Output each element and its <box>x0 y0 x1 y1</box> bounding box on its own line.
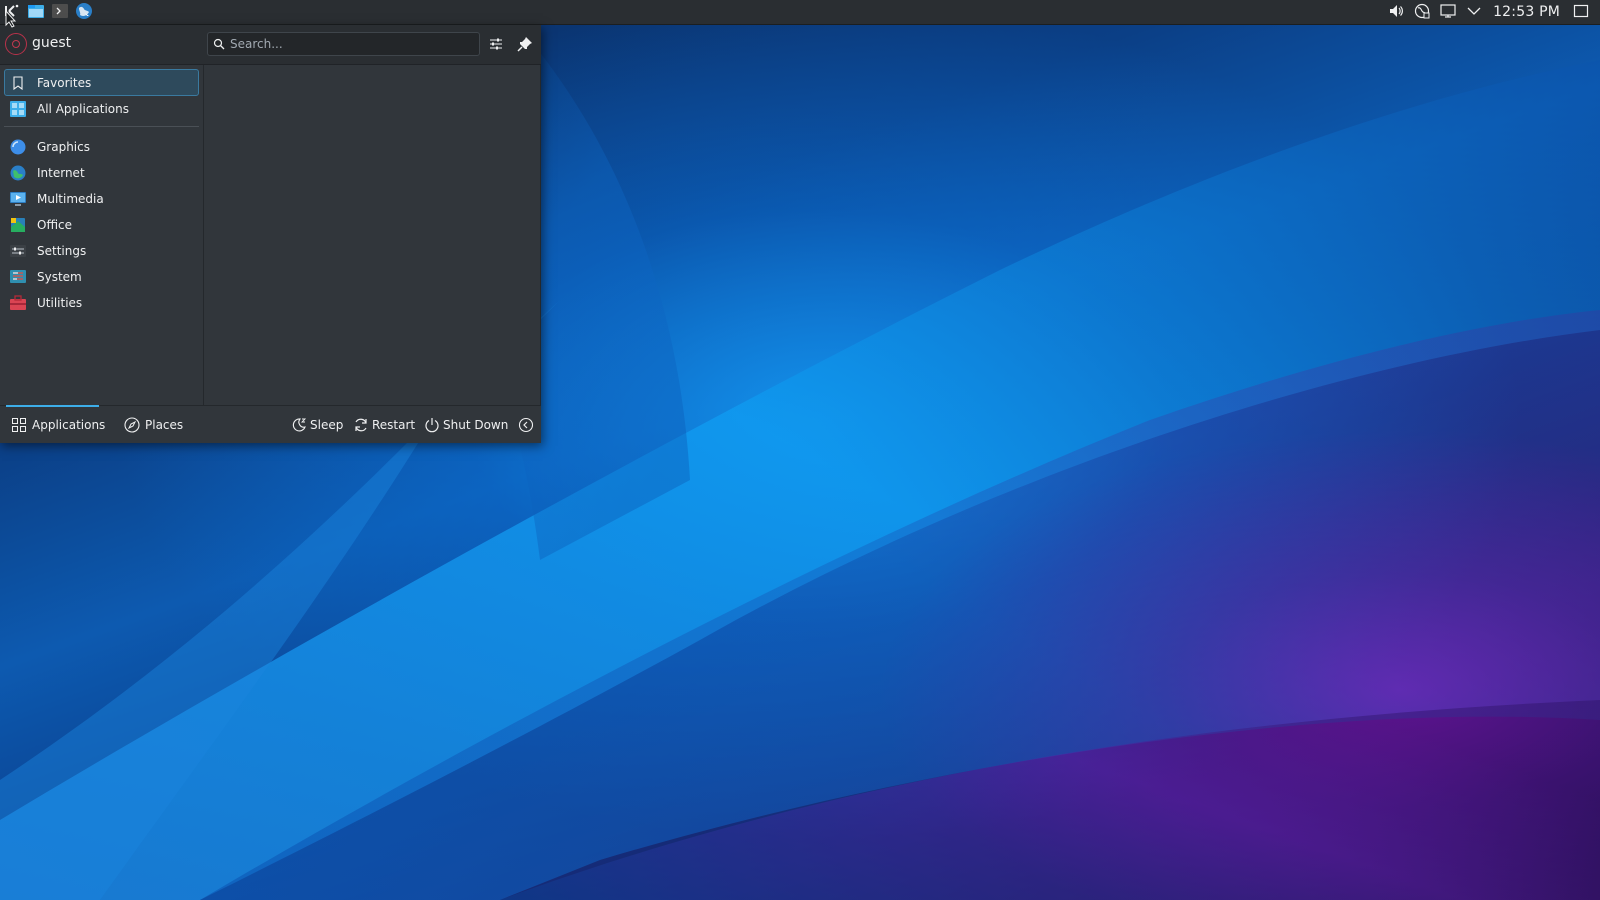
display-icon <box>1440 3 1456 22</box>
terminal-launcher[interactable] <box>48 0 72 24</box>
web-browser-launcher[interactable] <box>72 0 96 24</box>
applications-grid-icon <box>10 416 28 434</box>
application-launcher-menu: guest Search... Favorites All Applicatio… <box>0 25 541 443</box>
graphics-icon <box>9 138 27 156</box>
category-label: System <box>37 270 82 284</box>
bookmark-icon <box>9 74 27 92</box>
shutdown-icon <box>423 416 441 434</box>
file-manager-icon <box>28 4 44 21</box>
show-desktop-button[interactable] <box>1570 1 1592 23</box>
utilities-icon <box>9 294 27 312</box>
tab-label: Applications <box>32 418 106 432</box>
internet-icon <box>9 164 27 182</box>
shutdown-button[interactable]: Shut Down <box>423 406 508 444</box>
display-button[interactable] <box>1437 1 1459 23</box>
configure-button[interactable] <box>484 33 508 57</box>
clock[interactable]: 12:53 PM <box>1493 4 1560 20</box>
category-label: Multimedia <box>37 192 104 206</box>
pin-button[interactable] <box>513 33 537 57</box>
category-label: Office <box>37 218 73 232</box>
tab-places[interactable]: Places <box>123 406 183 444</box>
category-multimedia[interactable]: Multimedia <box>4 186 199 212</box>
category-graphics[interactable]: Graphics <box>4 134 199 160</box>
category-settings[interactable]: Settings <box>4 238 199 264</box>
network-button[interactable] <box>1411 1 1433 23</box>
category-office[interactable]: Office <box>4 212 199 238</box>
category-label: Graphics <box>37 140 90 154</box>
leave-button[interactable] <box>517 406 537 444</box>
sleep-button[interactable]: Sleep <box>290 406 343 444</box>
restart-icon <box>352 416 370 434</box>
category-internet[interactable]: Internet <box>4 160 199 186</box>
category-divider <box>4 126 199 127</box>
file-manager-launcher[interactable] <box>24 0 48 24</box>
category-label: All Applications <box>37 102 129 116</box>
category-all-applications[interactable]: All Applications <box>4 96 199 122</box>
office-icon <box>9 216 27 234</box>
expand-arrow-icon <box>1466 3 1482 22</box>
category-label: Utilities <box>37 296 83 310</box>
category-list: Favorites All Applications Graphics Inte… <box>0 65 204 430</box>
tab-label: Places <box>145 418 184 432</box>
menu-footer: Applications Places Sleep Restart Shut D… <box>0 405 541 443</box>
menu-header: guest <box>0 25 541 65</box>
avatar[interactable] <box>5 33 27 55</box>
volume-button[interactable] <box>1385 1 1407 23</box>
all-apps-icon <box>9 100 27 118</box>
power-label: Shut Down <box>443 418 509 432</box>
restart-button[interactable]: Restart <box>352 406 415 444</box>
search-input[interactable] <box>230 37 470 51</box>
settings-icon <box>9 242 27 260</box>
show-desktop-icon <box>1573 3 1589 22</box>
applications-view <box>205 65 541 430</box>
mouse-cursor <box>5 9 17 28</box>
category-utilities[interactable]: Utilities <box>4 290 199 316</box>
category-favorites[interactable]: Favorites <box>4 69 199 96</box>
pin-icon <box>517 36 533 55</box>
category-label: Internet <box>37 166 85 180</box>
leave-arrow-icon <box>517 416 535 434</box>
user-name: guest <box>32 35 72 51</box>
tab-applications[interactable]: Applications <box>10 406 105 444</box>
search-field[interactable] <box>207 32 480 56</box>
category-system[interactable]: System <box>4 264 199 290</box>
configure-icon <box>488 36 504 55</box>
top-panel: 12:53 PM <box>0 0 1600 25</box>
web-browser-icon <box>75 2 93 23</box>
terminal-icon <box>52 3 68 21</box>
system-tray: 12:53 PM <box>1383 0 1600 24</box>
tray-expander-button[interactable] <box>1463 1 1485 23</box>
category-label: Settings <box>37 244 87 258</box>
power-label: Sleep <box>310 418 344 432</box>
search-icon <box>208 33 230 55</box>
network-icon <box>1414 3 1430 22</box>
compass-icon <box>123 416 141 434</box>
multimedia-icon <box>9 190 27 208</box>
system-icon <box>9 268 27 286</box>
power-label: Restart <box>372 418 416 432</box>
sleep-icon <box>290 416 308 434</box>
category-label: Favorites <box>37 75 92 90</box>
volume-icon <box>1388 3 1404 22</box>
